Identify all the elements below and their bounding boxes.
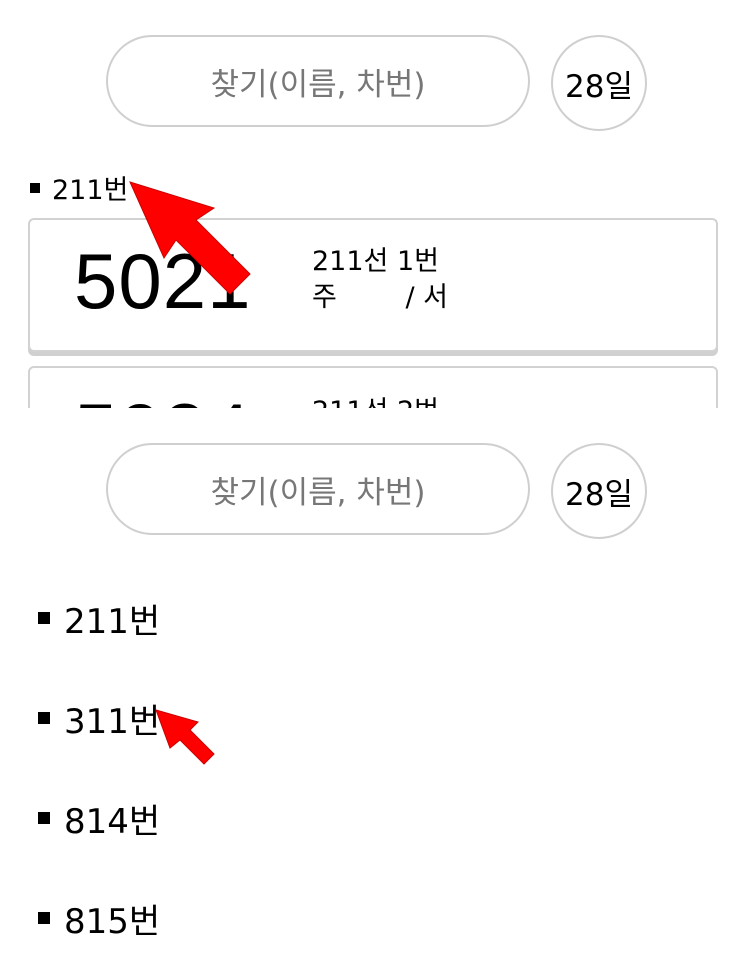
search-placeholder: 찾기(이름, 차번) [210,474,426,511]
route-list-item[interactable]: 211번 [38,568,160,668]
bullet-icon [38,912,50,924]
route-list: 211번 311번 814번 815번 [38,568,160,956]
date-button[interactable]: 28일 [551,443,647,539]
bullet-icon [38,712,50,724]
bus-stop-label: 211선 1번 [312,246,439,277]
route-label: 311번 [64,701,161,742]
bus-stop-label: 211선 2번 [312,396,439,408]
top-screenshot-panel: 찾기(이름, 차번) 28일 211번 5021 211선 1번 주 / 서 5… [0,0,750,408]
date-button[interactable]: 28일 [551,35,647,131]
date-label: 28일 [565,68,633,105]
bus-card[interactable]: 5024 211선 2번 [28,366,718,408]
red-pointer-arrow-icon [155,709,215,765]
route-list-item[interactable]: 814번 [38,768,160,868]
route-label: 211번 [64,601,161,642]
bottom-screenshot-panel: 찾기(이름, 차번) 28일 211번 311번 814번 815번 [0,408,750,956]
bus-number: 5021 [74,237,252,325]
bullet-icon [38,812,50,824]
bus-number: 5024 [74,392,252,408]
route-section-label: 211번 [52,175,129,206]
search-input[interactable]: 찾기(이름, 차번) [106,443,530,535]
search-input[interactable]: 찾기(이름, 차번) [106,35,530,127]
search-placeholder: 찾기(이름, 차번) [210,66,426,103]
route-list-item[interactable]: 815번 [38,868,160,956]
route-list-item[interactable]: 311번 [38,668,160,768]
route-label: 814번 [64,801,161,842]
date-label: 28일 [565,476,633,513]
bus-direction-label: 주 / 서 [312,282,449,313]
bullet-icon [30,182,40,193]
route-section-header[interactable]: 211번 [30,168,128,207]
bullet-icon [38,612,50,624]
route-label: 815번 [64,901,161,942]
bus-card[interactable]: 5021 211선 1번 주 / 서 [28,218,718,352]
